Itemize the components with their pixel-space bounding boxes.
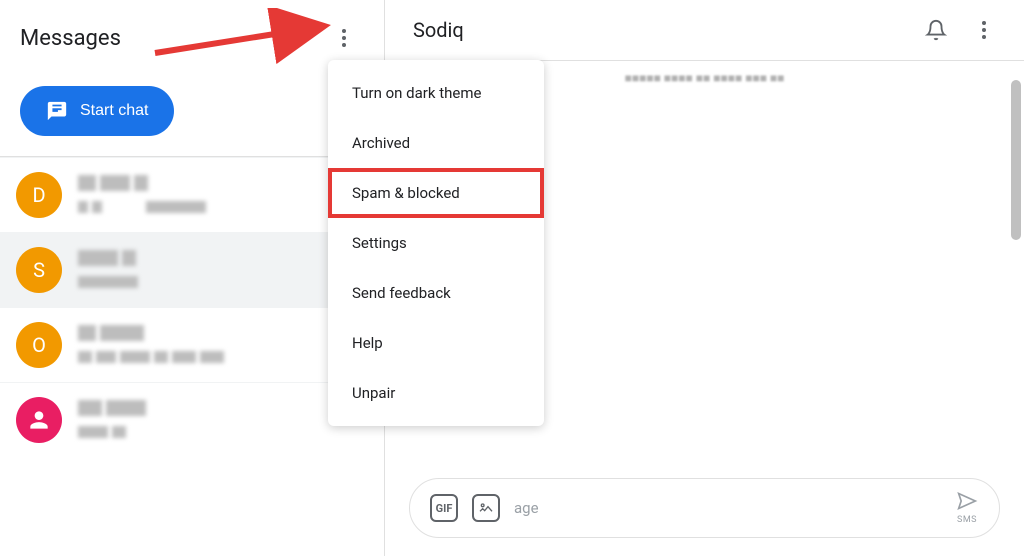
conversation-item[interactable]: S 8/31 [0, 232, 384, 307]
more-vert-icon [982, 21, 986, 39]
more-options-button[interactable] [324, 18, 364, 58]
person-icon [26, 407, 52, 433]
conversation-body [78, 175, 368, 215]
conversation-item[interactable]: D 8/31 [0, 157, 384, 232]
menu-item-unpair[interactable]: Unpair [328, 368, 544, 418]
avatar [16, 397, 62, 443]
send-icon [955, 491, 979, 511]
conversation-body [78, 250, 368, 290]
menu-item-send-feedback[interactable]: Send feedback [328, 268, 544, 318]
compose-box[interactable]: GIF age SMS [409, 478, 1000, 538]
image-attach-icon [478, 502, 494, 514]
menu-item-help[interactable]: Help [328, 318, 544, 368]
conversation-list: D 8/31 S 8/31 O [0, 157, 384, 556]
page-title: Messages [20, 26, 121, 51]
send-area: SMS [955, 491, 979, 525]
conversation-item[interactable]: O 8/22 [0, 307, 384, 382]
avatar: S [16, 247, 62, 293]
avatar: D [16, 172, 62, 218]
overflow-menu: Turn on dark theme Archived Spam & block… [328, 60, 544, 426]
notifications-button[interactable] [924, 18, 948, 42]
chat-header: Sodiq [385, 0, 1024, 61]
attach-image-button[interactable] [472, 494, 500, 522]
conversation-item[interactable]: 8/22 [0, 382, 384, 457]
start-chat-label: Start chat [80, 102, 148, 120]
header-actions [924, 18, 996, 42]
menu-item-spam-blocked[interactable]: Spam & blocked [328, 168, 544, 218]
conversation-body [78, 400, 368, 440]
chat-more-button[interactable] [972, 18, 996, 42]
sidebar-header: Messages [0, 0, 384, 76]
contact-name: Sodiq [413, 18, 464, 42]
send-button[interactable] [955, 491, 979, 515]
conversation-body [78, 325, 368, 365]
chat-icon [46, 100, 68, 122]
more-vert-icon [342, 29, 346, 47]
start-chat-button[interactable]: Start chat [20, 86, 174, 136]
menu-item-settings[interactable]: Settings [328, 218, 544, 268]
app: Messages Start chat D 8/31 S [0, 0, 1024, 556]
menu-item-archived[interactable]: Archived [328, 118, 544, 168]
avatar: O [16, 322, 62, 368]
compose-placeholder[interactable]: age [514, 499, 941, 517]
scrollbar[interactable] [1011, 80, 1021, 240]
gif-button[interactable]: GIF [430, 494, 458, 522]
bell-icon [925, 19, 947, 41]
menu-item-dark-theme[interactable]: Turn on dark theme [328, 68, 544, 118]
sms-label: SMS [957, 515, 977, 525]
